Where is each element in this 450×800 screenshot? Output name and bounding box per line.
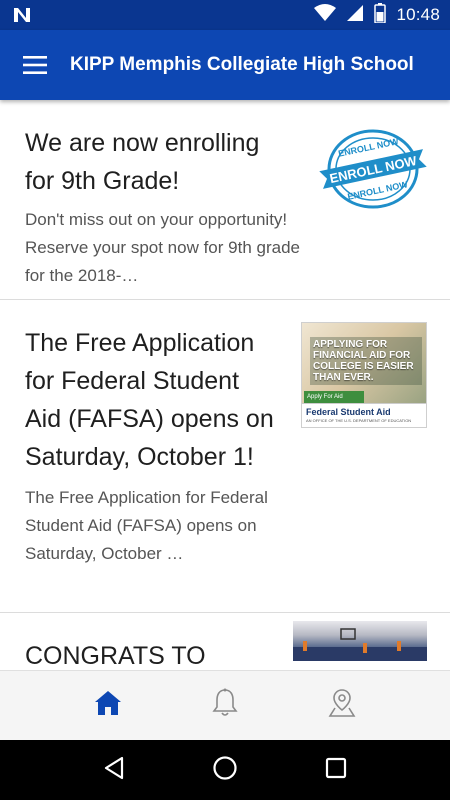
app-bar: KIPP Memphis Collegiate High School [0,30,450,100]
news-summary: Don't miss out on your opportunity! Rese… [25,210,300,285]
hamburger-menu-icon[interactable] [0,30,70,100]
news-headline: The Free Application for Federal Student… [25,329,274,471]
enroll-now-stamp-image: ENROLL NOW ENROLL NOW ENROLL NOW [318,124,428,214]
cell-signal-icon [346,4,364,27]
tab-home[interactable] [0,671,167,740]
news-feed[interactable]: We are now enrolling for 9th Grade! Don'… [0,100,450,670]
recents-icon[interactable] [325,757,347,784]
notification-n-icon [12,6,32,24]
home-circle-icon[interactable] [212,755,238,786]
fafsa-ad-text: APPLYING FOR FINANCIAL AID FOR COLLEGE I… [310,337,422,385]
fafsa-footer: Federal Student Aid AN OFFICE OF THE U.S… [302,403,426,427]
app-title: KIPP Memphis Collegiate High School [70,54,414,75]
bottom-tab-bar [0,670,450,740]
fafsa-logo-text: Federal Student Aid [306,407,391,417]
gym-photo-image [293,621,427,661]
news-item[interactable]: We are now enrolling for 9th Grade! Don'… [0,100,450,300]
fafsa-apply-label: Apply For Aid [304,391,364,403]
fafsa-logo-subtext: AN OFFICE OF THE U.S. DEPARTMENT OF EDUC… [306,418,412,423]
wifi-icon [314,3,337,27]
status-time: 10:48 [396,5,440,24]
news-item[interactable]: CONGRATS TO [0,613,450,670]
news-item[interactable]: The Free Application for Federal Student… [0,300,450,613]
location-pin-icon [328,688,356,723]
news-headline: CONGRATS TO [25,642,206,670]
status-icons: 10:48 [314,2,440,28]
home-icon [94,690,122,721]
system-nav-bar [0,740,450,800]
bell-icon [212,688,238,723]
tab-locations[interactable] [283,671,450,740]
fafsa-ad-image: APPLYING FOR FINANCIAL AID FOR COLLEGE I… [301,322,427,428]
battery-icon [374,2,387,28]
back-icon[interactable] [103,756,125,785]
status-bar: 10:48 [0,0,450,30]
tab-notifications[interactable] [167,671,284,740]
news-summary: The Free Application for Federal Student… [25,488,268,563]
news-headline: We are now enrolling for 9th Grade! [25,129,260,195]
